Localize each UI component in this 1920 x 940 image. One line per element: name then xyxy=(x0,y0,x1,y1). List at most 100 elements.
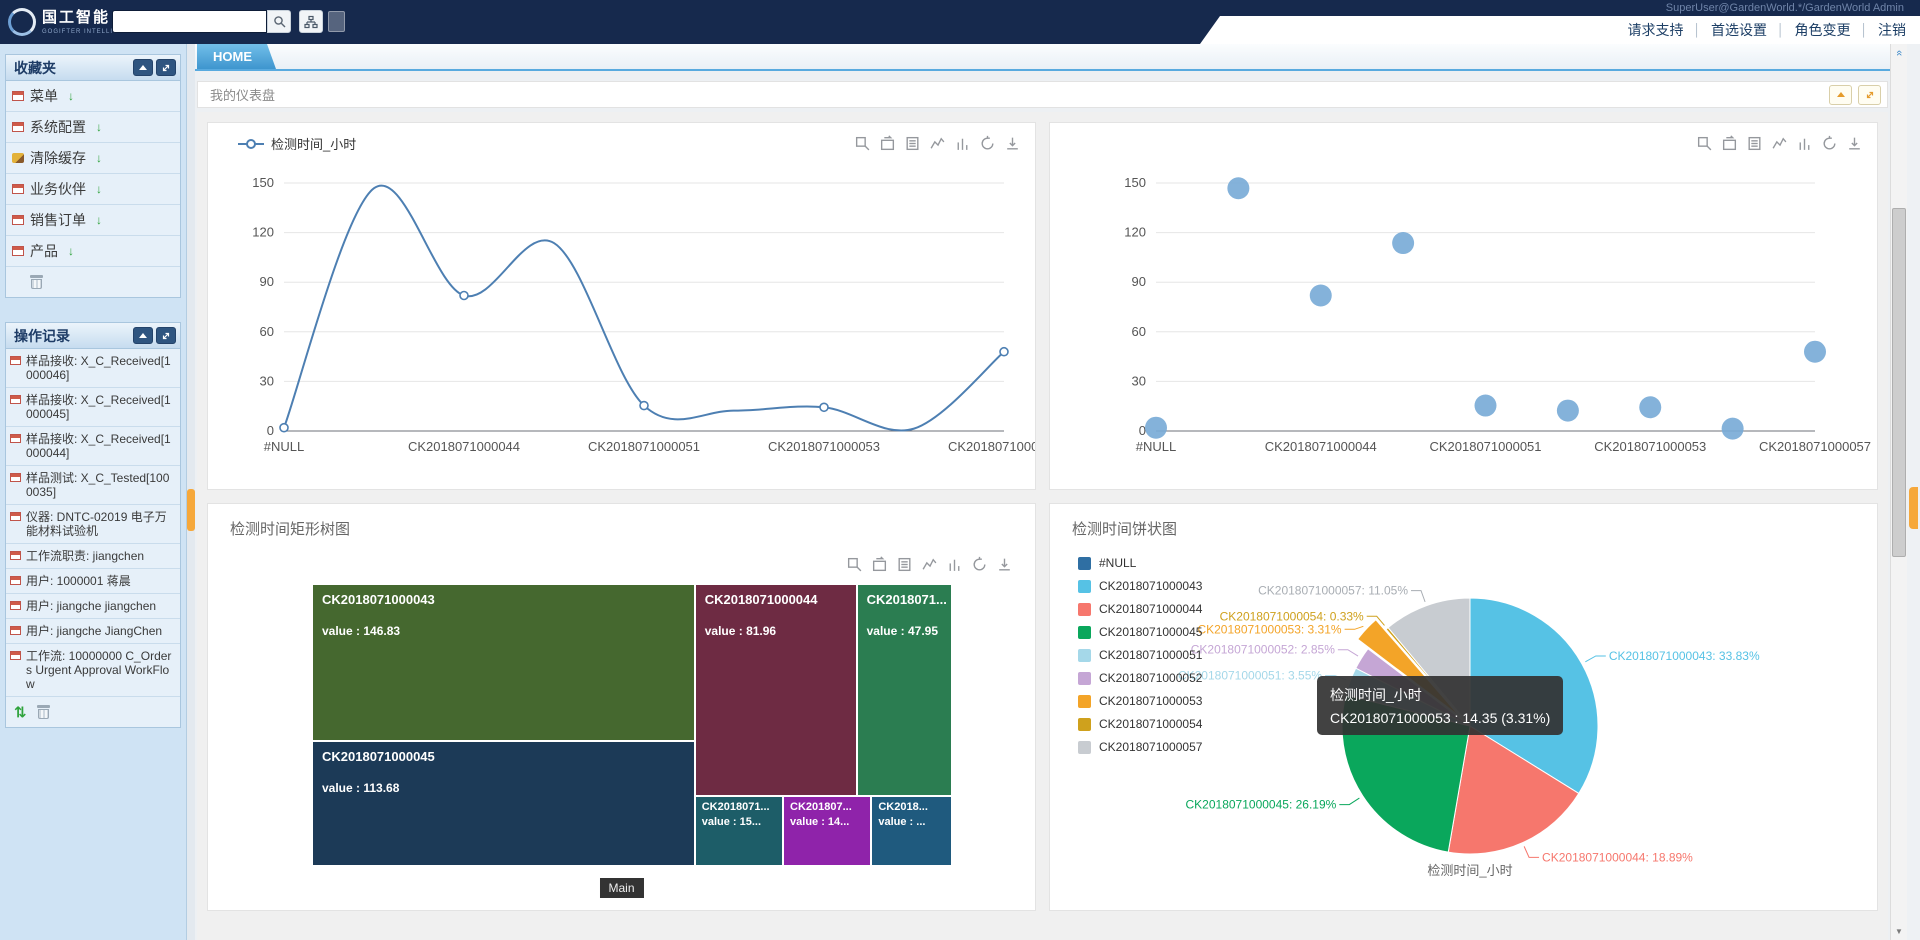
download-icon[interactable] xyxy=(1846,135,1863,152)
search-button[interactable] xyxy=(267,10,291,33)
scatter-point[interactable] xyxy=(1639,396,1661,418)
zoom-reset-icon[interactable] xyxy=(879,135,896,152)
restore-icon[interactable] xyxy=(1821,135,1838,152)
dashboard-expand-button[interactable] xyxy=(1858,85,1881,105)
scatter-point[interactable] xyxy=(1475,395,1497,417)
data-point[interactable] xyxy=(1000,348,1008,356)
pie-legend-item[interactable]: CK2018071000051 xyxy=(1078,648,1202,662)
top-link-0[interactable]: 请求支持 xyxy=(1628,20,1684,40)
zoom-reset-icon[interactable] xyxy=(871,556,888,573)
pie-legend-item[interactable]: CK2018071000057 xyxy=(1078,740,1202,754)
scatter-point[interactable] xyxy=(1392,232,1414,254)
data-zoom-icon[interactable] xyxy=(846,556,863,573)
scatter-point[interactable] xyxy=(1310,284,1332,306)
record-item[interactable]: 用户: jiangche JiangChen xyxy=(6,619,180,644)
line-chart-icon[interactable] xyxy=(921,556,938,573)
data-point[interactable] xyxy=(280,424,288,432)
record-item[interactable]: 样品接收: X_C_Received[1000045] xyxy=(6,388,180,427)
favorite-item[interactable]: 产品↓ xyxy=(6,236,180,267)
data-view-icon[interactable] xyxy=(904,135,921,152)
scroll-thumb[interactable] xyxy=(1892,208,1906,557)
collapse-east-handle[interactable] xyxy=(1909,487,1918,529)
data-view-icon[interactable] xyxy=(896,556,913,573)
download-icon[interactable] xyxy=(1004,135,1021,152)
top-link-1[interactable]: 首选设置 xyxy=(1711,20,1767,40)
top-link-2[interactable]: 角色变更 xyxy=(1795,20,1851,40)
scatter-point[interactable] xyxy=(1145,417,1167,439)
top-link-3[interactable]: 注销 xyxy=(1878,20,1906,40)
data-point[interactable] xyxy=(820,403,828,411)
bar-chart-icon[interactable] xyxy=(946,556,963,573)
records-expand-button[interactable] xyxy=(156,327,176,344)
pie-legend-item[interactable]: CK2018071000052 xyxy=(1078,671,1202,685)
record-item[interactable]: 样品测试: X_C_Tested[1000035] xyxy=(6,466,180,505)
treemap-node[interactable]: CK201807...value : 14... xyxy=(783,796,871,866)
favorite-item[interactable]: 菜单↓ xyxy=(6,81,180,112)
zoom-reset-icon[interactable] xyxy=(1721,135,1738,152)
restore-icon[interactable] xyxy=(971,556,988,573)
data-zoom-icon[interactable] xyxy=(1696,135,1713,152)
scrollbar[interactable]: « ▼ xyxy=(1890,44,1907,940)
secondary-header-button[interactable] xyxy=(328,11,345,32)
data-point[interactable] xyxy=(460,291,468,299)
run-favorite-icon[interactable]: ↓ xyxy=(68,89,74,103)
record-item[interactable]: 用户: jiangche jiangchen xyxy=(6,594,180,619)
run-favorite-icon[interactable]: ↓ xyxy=(68,244,74,258)
menu-tree-button[interactable] xyxy=(299,10,323,33)
pie-legend-item[interactable]: CK2018071000054 xyxy=(1078,717,1202,731)
records-collapse-button[interactable] xyxy=(133,327,153,344)
record-item[interactable]: 样品接收: X_C_Received[1000046] xyxy=(6,349,180,388)
favorites-collapse-button[interactable] xyxy=(133,59,153,76)
scatter-point[interactable] xyxy=(1557,400,1579,422)
treemap-node[interactable]: CK2018071000045value : 113.68 xyxy=(312,741,695,866)
treemap-breadcrumb[interactable]: Main xyxy=(599,878,643,898)
pie-legend-item[interactable]: CK2018071000044 xyxy=(1078,602,1202,616)
record-item[interactable]: 仪器: DNTC-02019 电子万能材料试验机 xyxy=(6,505,180,544)
collapse-panel-icon[interactable]: « xyxy=(1891,45,1907,61)
scroll-down-button[interactable]: ▼ xyxy=(1891,924,1907,940)
scatter-point[interactable] xyxy=(1227,177,1249,199)
download-icon[interactable] xyxy=(996,556,1013,573)
line-legend-item[interactable]: 检测时间_小时 xyxy=(238,134,356,153)
line-series[interactable] xyxy=(284,186,1004,431)
data-view-icon[interactable] xyxy=(1746,135,1763,152)
run-favorite-icon[interactable]: ↓ xyxy=(96,213,102,227)
line-chart-icon[interactable] xyxy=(1771,135,1788,152)
treemap-node[interactable]: CK2018071000044value : 81.96 xyxy=(695,584,857,796)
dashboard-collapse-button[interactable] xyxy=(1829,85,1852,105)
tab-home[interactable]: HOME xyxy=(197,44,276,69)
treemap-node[interactable]: CK2018071...value : 47.95 xyxy=(857,584,952,796)
pie-legend-item[interactable]: CK2018071000043 xyxy=(1078,579,1202,593)
favorite-item[interactable]: 清除缓存↓ xyxy=(6,143,180,174)
run-favorite-icon[interactable]: ↓ xyxy=(96,151,102,165)
record-item[interactable]: 工作流: 10000000 C_Orders Urgent Approval W… xyxy=(6,644,180,697)
treemap-node[interactable]: CK2018...value : ... xyxy=(871,796,952,866)
search-input[interactable] xyxy=(112,10,267,33)
treemap-node[interactable]: CK2018071...value : 15... xyxy=(695,796,783,866)
treemap-node[interactable]: CK2018071000043value : 146.83 xyxy=(312,584,695,741)
pie-legend-item[interactable]: CK2018071000045 xyxy=(1078,625,1202,639)
record-item[interactable]: 用户: 1000001 蒋晨 xyxy=(6,569,180,594)
pie-legend-item[interactable]: CK2018071000053 xyxy=(1078,694,1202,708)
scatter-point[interactable] xyxy=(1722,418,1744,440)
data-point[interactable] xyxy=(640,402,648,410)
record-item[interactable]: 工作流职责: jiangchen xyxy=(6,544,180,569)
restore-icon[interactable] xyxy=(979,135,996,152)
data-zoom-icon[interactable] xyxy=(854,135,871,152)
run-favorite-icon[interactable]: ↓ xyxy=(96,182,102,196)
favorite-item[interactable]: 销售订单↓ xyxy=(6,205,180,236)
favorites-expand-button[interactable] xyxy=(156,59,176,76)
line-chart-icon[interactable] xyxy=(929,135,946,152)
pie-legend-item[interactable]: #NULL xyxy=(1078,556,1202,570)
trash-icon[interactable] xyxy=(30,275,43,289)
refresh-records-icon[interactable]: ⇄ xyxy=(11,706,29,719)
favorite-item[interactable]: 系统配置↓ xyxy=(6,112,180,143)
bar-chart-icon[interactable] xyxy=(954,135,971,152)
record-item[interactable]: 样品接收: X_C_Received[1000044] xyxy=(6,427,180,466)
favorite-item[interactable]: 业务伙伴↓ xyxy=(6,174,180,205)
bar-chart-icon[interactable] xyxy=(1796,135,1813,152)
run-favorite-icon[interactable]: ↓ xyxy=(96,120,102,134)
trash-icon[interactable] xyxy=(37,705,50,719)
scatter-point[interactable] xyxy=(1804,341,1826,363)
collapse-west-handle[interactable] xyxy=(187,489,195,531)
